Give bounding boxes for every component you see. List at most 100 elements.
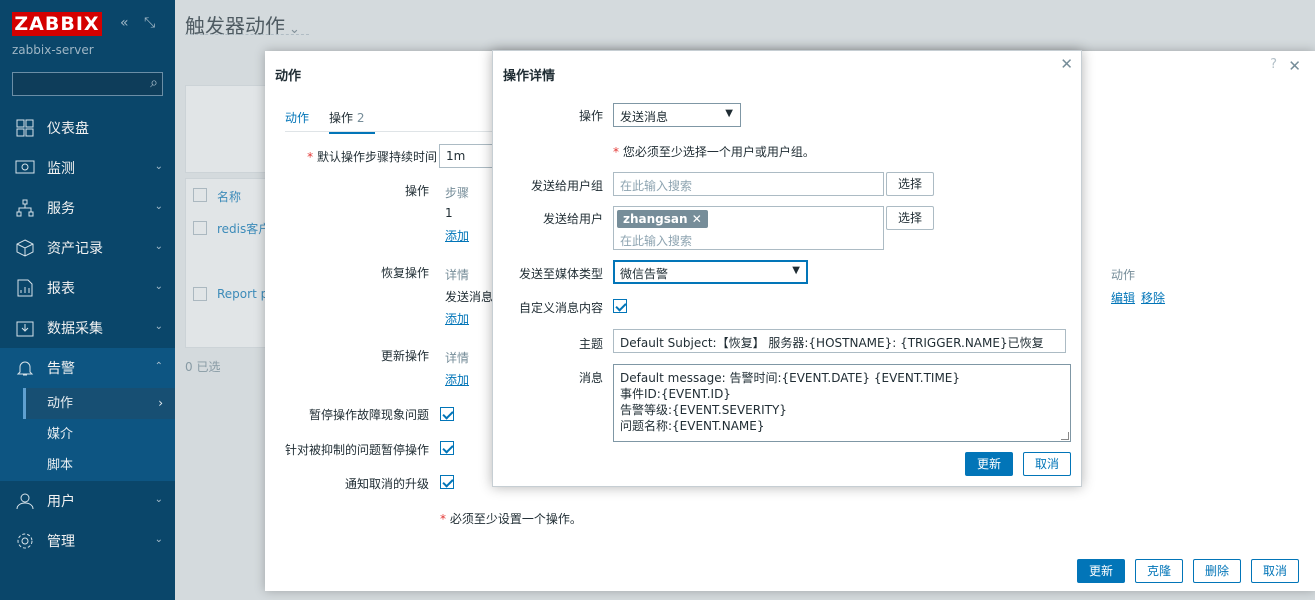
user-groups-label: 发送给用户组 (530, 179, 603, 193)
kiosk-mode-icon[interactable]: ⤡ (144, 15, 155, 31)
tabs-divider (285, 131, 495, 132)
services-icon (14, 197, 36, 219)
tab-label: 操作 (329, 111, 354, 125)
add-operation-link[interactable]: 添加 (445, 227, 469, 244)
chevron-down-icon: ⌄ (154, 161, 163, 172)
menu-item-users[interactable]: 用户 ⌄ (0, 481, 175, 521)
chevron-down-icon: ⌄ (154, 201, 163, 212)
sidebar: ZABBIX « ⤡ zabbix-server ⌕ 仪表盘 监测 ⌄ 服务 ⌄ (0, 0, 175, 600)
menu-label: 管理 (47, 534, 75, 550)
users-multiselect[interactable]: zhangsan ✕ 在此输入搜索 (613, 206, 884, 250)
menu-item-services[interactable]: 服务 ⌄ (0, 188, 175, 228)
user-tag: zhangsan ✕ (617, 210, 708, 228)
remove-recovery-link[interactable]: 移除 (1141, 289, 1165, 306)
chevron-right-icon: › (158, 396, 163, 410)
delete-button[interactable]: 删除 (1193, 559, 1241, 583)
select-value: 发送消息 (620, 110, 669, 124)
step-value: 1 (445, 206, 453, 220)
pause-suppressed-checkbox[interactable] (440, 407, 454, 421)
dashboard-icon (14, 117, 36, 139)
add-update-operation-link[interactable]: 添加 (445, 371, 469, 388)
zabbix-logo[interactable]: ZABBIX (12, 12, 102, 36)
recovery-operations-label: 恢复操作 (380, 266, 429, 280)
message-label: 消息 (578, 371, 603, 385)
default-duration-input[interactable]: 1m (439, 144, 499, 168)
recovery-action-column-header: 动作 (1111, 268, 1136, 282)
remove-tag-icon[interactable]: ✕ (692, 212, 702, 226)
custom-message-checkbox[interactable] (613, 299, 627, 313)
pause-symptom-label: 针对被抑制的问题暂停操作 (284, 443, 429, 457)
menu-item-dashboard[interactable]: 仪表盘 (0, 108, 175, 148)
menu-item-alerts[interactable]: 告警 ⌃ (0, 348, 175, 388)
submenu-item-actions[interactable]: 动作 › (23, 388, 175, 419)
close-icon[interactable]: ✕ (1060, 55, 1073, 73)
menu-item-data-collection[interactable]: 数据采集 ⌄ (0, 308, 175, 348)
operations-label: 操作 (404, 184, 429, 198)
menu-label: 仪表盘 (47, 121, 89, 137)
menu-item-inventory[interactable]: 资产记录 ⌄ (0, 228, 175, 268)
help-icon[interactable]: ? (1270, 57, 1277, 72)
must-select-note: * 您必须至少选择一个用户或用户组。 (613, 145, 815, 159)
notify-cancel-checkbox[interactable] (440, 475, 454, 489)
chevron-down-icon: ⌄ (154, 494, 163, 505)
recovery-operation-detail: 发送消息 (445, 290, 494, 304)
user-groups-input[interactable]: 在此输入搜索 (613, 172, 884, 196)
operation-type-select[interactable]: 发送消息 ▼ (613, 103, 741, 127)
message-textarea[interactable]: Default message: 告警时间:{EVENT.DATE} {EVEN… (613, 364, 1071, 442)
menu-label: 用户 (47, 494, 75, 510)
select-value: 微信告警 (620, 267, 669, 281)
submenu-label: 脚本 (47, 458, 74, 473)
menu-item-reports[interactable]: 报表 ⌄ (0, 268, 175, 308)
media-type-select[interactable]: 微信告警 ▼ (613, 260, 808, 284)
steps-column-header: 步骤 (445, 186, 470, 200)
tab-count: 2 (356, 111, 365, 125)
submenu-item-scripts[interactable]: 脚本 (23, 450, 175, 481)
menu-label: 资产记录 (47, 241, 103, 257)
chevron-down-icon: ⌄ (154, 281, 163, 292)
menu-label: 告警 (47, 361, 75, 377)
data-collection-icon (14, 317, 36, 339)
search-icon[interactable]: ⌕ (150, 75, 158, 91)
sidebar-search-input[interactable]: ⌕ (12, 72, 163, 96)
update-operations-label: 更新操作 (380, 349, 429, 363)
menu-label: 数据采集 (47, 321, 103, 337)
cancel-button[interactable]: 取消 (1023, 452, 1071, 476)
gear-icon (14, 530, 36, 552)
menu-label: 服务 (47, 201, 75, 217)
subject-label: 主题 (578, 337, 603, 351)
default-duration-label: * 默认操作步骤持续时间 (307, 150, 437, 164)
custom-message-label: 自定义消息内容 (518, 301, 603, 315)
select-users-button[interactable]: 选择 (886, 206, 934, 230)
select-user-groups-button[interactable]: 选择 (886, 172, 934, 196)
update-button[interactable]: 更新 (1077, 559, 1125, 583)
submenu-label: 动作 (47, 396, 74, 411)
pause-symptom-checkbox[interactable] (440, 441, 454, 455)
chevron-down-icon: ⌄ (154, 321, 163, 332)
notify-cancel-label: 通知取消的升级 (344, 477, 429, 491)
menu-item-administration[interactable]: 管理 ⌄ (0, 521, 175, 561)
users-search-placeholder[interactable]: 在此输入搜索 (620, 232, 692, 249)
details-column-header: 详情 (445, 351, 470, 365)
clone-button[interactable]: 克隆 (1135, 559, 1183, 583)
close-icon[interactable]: ✕ (1288, 57, 1301, 75)
edit-recovery-link[interactable]: 编辑 (1111, 289, 1135, 306)
chevron-down-icon: ▼ (725, 108, 733, 119)
menu-label: 报表 (47, 281, 75, 297)
cancel-button[interactable]: 取消 (1251, 559, 1299, 583)
reports-icon (14, 277, 36, 299)
resize-handle[interactable] (1061, 432, 1069, 440)
menu-label: 监测 (47, 161, 75, 177)
dialog-title: 操作详情 (503, 69, 556, 84)
update-button[interactable]: 更新 (965, 452, 1013, 476)
server-name: zabbix-server (12, 43, 94, 57)
inventory-icon (14, 237, 36, 259)
collapse-sidebar-icon[interactable]: « (120, 15, 129, 31)
operation-type-label: 操作 (578, 109, 603, 123)
menu-item-monitoring[interactable]: 监测 ⌄ (0, 148, 175, 188)
chevron-down-icon: ⌄ (154, 534, 163, 545)
add-recovery-link[interactable]: 添加 (445, 310, 469, 327)
submenu-item-media-types[interactable]: 媒介 (23, 419, 175, 450)
operation-details-dialog: 操作详情 ✕ 操作 发送消息 ▼ * 您必须至少选择一个用户或用户组。 发送给用… (492, 50, 1082, 487)
main-menu: 仪表盘 监测 ⌄ 服务 ⌄ 资产记录 ⌄ 报表 ⌄ 数据采集 ⌄ 告警 ⌃ 动作… (0, 108, 175, 561)
subject-input[interactable]: Default Subject:【恢复】 服务器:{HOSTNAME}: {TR… (613, 329, 1066, 353)
